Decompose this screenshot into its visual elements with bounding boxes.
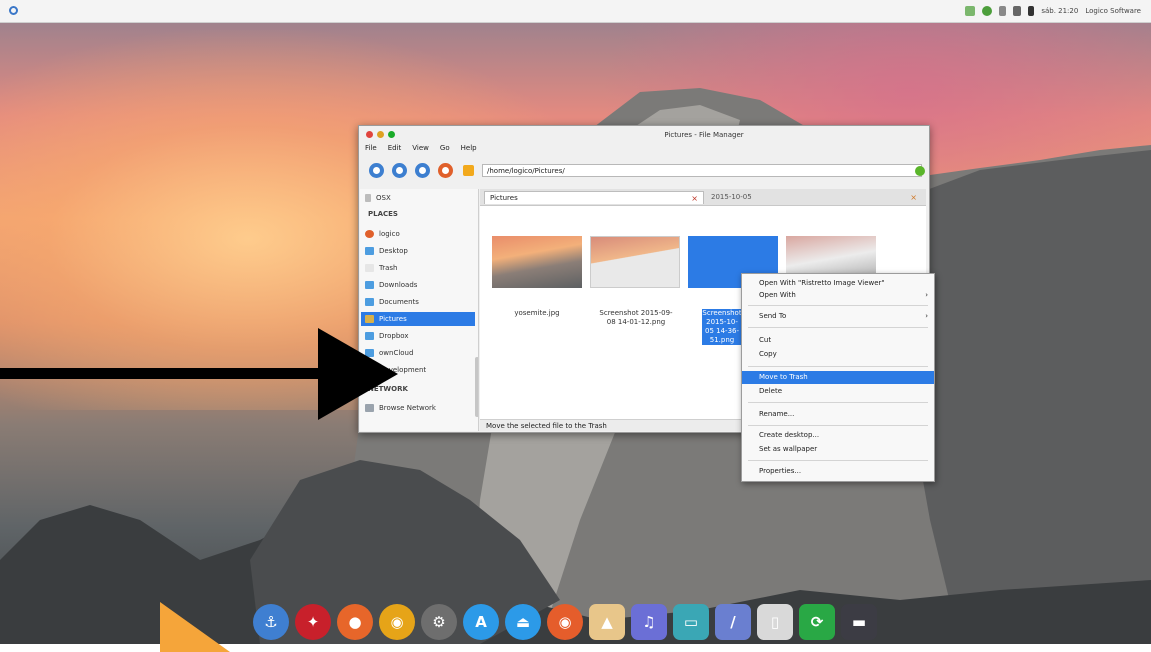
terminal-icon[interactable]: ▬ [841, 604, 877, 640]
file-name-selected: Screenshot 2015-10-05 14-36-51.png [702, 309, 742, 345]
firefox-icon[interactable]: ● [337, 604, 373, 640]
menu-item-open-with[interactable]: Open With › [742, 289, 934, 302]
location-path: /home/logico/Pictures/ [487, 167, 565, 175]
annotation-triangle-icon [160, 602, 230, 652]
window-titlebar[interactable]: Pictures - File Manager [359, 126, 929, 143]
menu-item-copy[interactable]: Copy [742, 348, 934, 361]
chromium-icon[interactable]: ◉ [547, 604, 583, 640]
battery-icon[interactable] [1028, 6, 1035, 16]
close-tab-icon[interactable]: × [691, 192, 698, 205]
forward-button[interactable] [392, 163, 407, 178]
system-tray: sáb. 21:20 Logico Software [965, 5, 1141, 17]
stop-icon [442, 167, 449, 174]
menu-item-set-wallpaper[interactable]: Set as wallpaper [742, 443, 934, 456]
menu-item-create-desktop[interactable]: Create desktop... [742, 429, 934, 442]
top-panel: sáb. 21:20 Logico Software [0, 0, 1151, 23]
trash-icon[interactable]: ▯ [757, 604, 793, 640]
annotation-arrow-shaft [0, 368, 330, 379]
network-manager-icon[interactable] [965, 6, 976, 16]
chrome-icon[interactable]: ◉ [379, 604, 415, 640]
menu-item-send-to[interactable]: Send To › [742, 310, 934, 323]
menu-bar: File Edit View Go Help [365, 144, 477, 155]
screen-icon[interactable]: ▭ [673, 604, 709, 640]
tab-2015-10-05[interactable]: 2015-10-05 × [706, 191, 922, 204]
menu-file[interactable]: File [365, 144, 377, 155]
sidebar-item-desktop[interactable]: Desktop [365, 244, 473, 258]
keyboard-icon[interactable] [999, 6, 1007, 16]
up-arrow-icon [419, 167, 426, 174]
forward-arrow-icon [396, 167, 403, 174]
submenu-arrow-icon: › [925, 291, 928, 299]
menu-separator [748, 327, 928, 328]
thumbnail-screenshot-1[interactable] [590, 236, 680, 288]
sidebar-item-downloads[interactable]: Downloads [365, 278, 473, 292]
menu-separator [748, 460, 928, 461]
menu-view[interactable]: View [412, 144, 429, 155]
settings-icon[interactable]: ⚙ [421, 604, 457, 640]
go-icon[interactable] [915, 166, 925, 176]
drive-icon[interactable]: ⏏ [505, 604, 541, 640]
app-store-icon[interactable]: A [463, 604, 499, 640]
user-menu[interactable]: Logico Software [1085, 7, 1141, 15]
image-viewer-icon[interactable]: ▲ [589, 604, 625, 640]
thumbnail-yosemite[interactable] [492, 236, 582, 288]
sidebar-item-documents[interactable]: Documents [365, 295, 473, 309]
toolbar: /home/logico/Pictures/ [365, 163, 925, 179]
trash-icon [365, 264, 374, 272]
editor-icon[interactable]: / [715, 604, 751, 640]
up-button[interactable] [415, 163, 430, 178]
submenu-arrow-icon: › [925, 312, 928, 320]
drive-icon [365, 194, 371, 202]
menu-separator [748, 305, 928, 306]
file-name: yosemite.jpg [514, 309, 560, 317]
back-button[interactable] [369, 163, 384, 178]
clock[interactable]: sáb. 21:20 [1041, 7, 1078, 15]
sync-icon[interactable]: ⟳ [799, 604, 835, 640]
stop-button[interactable] [438, 163, 453, 178]
file-name: Screenshot 2015-09-08 14-01-12.png [599, 309, 673, 326]
dock: ⚓ ✦ ● ◉ ⚙ A ⏏ ◉ ▲ ♫ ▭ / ▯ ⟳ ▬ [245, 596, 905, 644]
sidebar-item-osx[interactable]: OSX [365, 191, 473, 205]
menu-edit[interactable]: Edit [388, 144, 402, 155]
menu-item-delete[interactable]: Delete [742, 385, 934, 398]
anchor-icon[interactable]: ⚓ [253, 604, 289, 640]
sidebar-scrollbar[interactable] [475, 357, 478, 417]
menu-separator [748, 366, 928, 367]
home-icon [365, 230, 374, 238]
menu-go[interactable]: Go [440, 144, 450, 155]
app-menu-icon[interactable] [9, 6, 18, 15]
menu-help[interactable]: Help [461, 144, 477, 155]
annotation-arrow-head-icon [318, 328, 398, 420]
sidebar-item-logico[interactable]: logico [365, 227, 473, 241]
tab-pictures[interactable]: Pictures × [484, 191, 704, 204]
places-header: PLACES [368, 210, 398, 218]
folder-icon [365, 281, 374, 289]
window-title: Pictures - File Manager [664, 131, 744, 139]
folder-icon [365, 247, 374, 255]
music-icon[interactable]: ♫ [631, 604, 667, 640]
sidebar-item-pictures[interactable]: Pictures [361, 312, 475, 326]
menu-item-rename[interactable]: Rename... [742, 408, 934, 421]
sidebar-item-trash[interactable]: Trash [365, 261, 473, 275]
tab-bar: Pictures × 2015-10-05 × [480, 189, 926, 206]
menu-item-properties[interactable]: Properties... [742, 465, 934, 478]
folder-icon [365, 315, 374, 323]
menu-item-cut[interactable]: Cut [742, 334, 934, 347]
back-arrow-icon [373, 167, 380, 174]
home-folder-icon[interactable] [463, 165, 474, 176]
menu-separator [748, 402, 928, 403]
close-tab-icon[interactable]: × [910, 191, 917, 204]
volume-icon[interactable] [1013, 6, 1022, 16]
context-menu: Open With "Ristretto Image Viewer" Open … [741, 273, 935, 482]
ruby-icon[interactable]: ✦ [295, 604, 331, 640]
folder-icon [365, 298, 374, 306]
update-icon[interactable] [982, 6, 993, 16]
location-bar[interactable]: /home/logico/Pictures/ [482, 164, 925, 177]
menu-separator [748, 425, 928, 426]
menu-item-move-to-trash[interactable]: Move to Trash [742, 371, 934, 384]
